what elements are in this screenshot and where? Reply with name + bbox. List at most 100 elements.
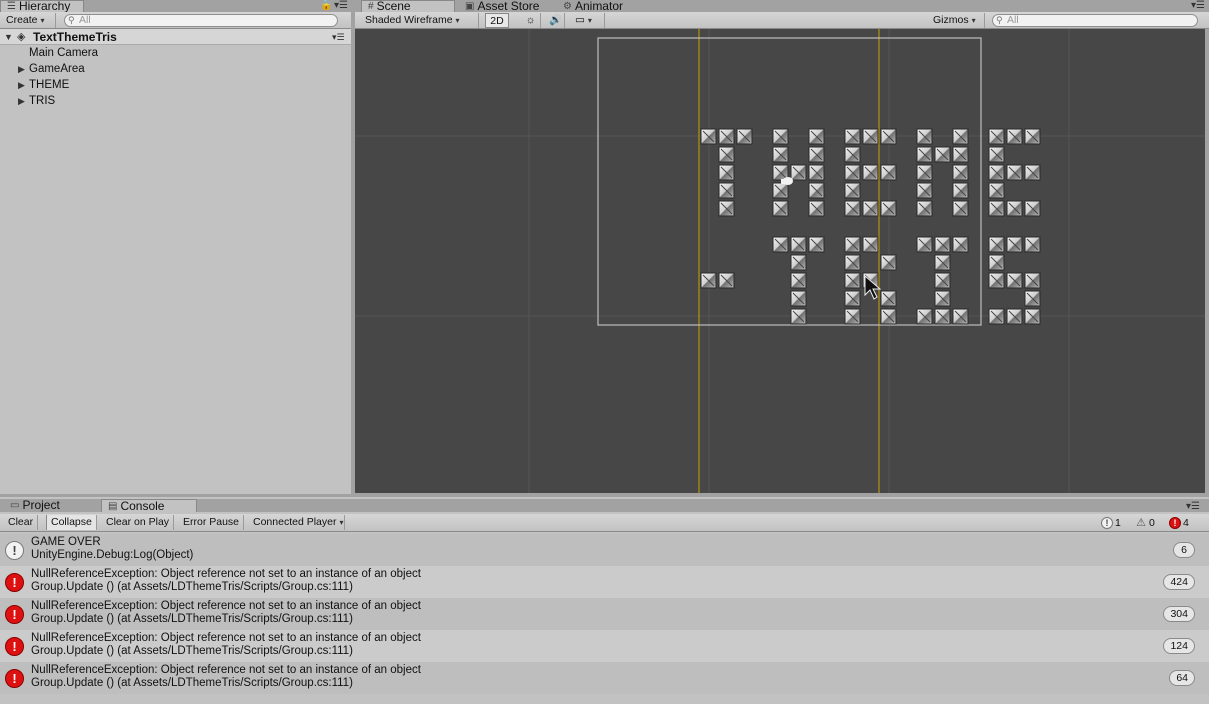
hierarchy-item-tris[interactable]: ▶ TRIS (0, 93, 351, 109)
hierarchy-search-placeholder: All (79, 14, 91, 26)
error-icon: ! (1169, 517, 1181, 529)
animator-icon: ⚙ (563, 0, 572, 12)
tab-asset-store[interactable]: ▣ Asset Store (459, 0, 545, 12)
info-count-toggle[interactable]: ! 1 (1101, 516, 1121, 530)
hierarchy-toolbar: Create ⚲ All (0, 12, 351, 29)
expand-arrow-icon[interactable]: ▼ (4, 29, 13, 45)
collapse-button[interactable]: Collapse (46, 515, 97, 530)
hierarchy-item-gamearea[interactable]: ▶ GameArea (0, 61, 351, 77)
error-icon: ! (5, 637, 24, 656)
hierarchy-tree: ▼ ◈ TextThemeTris ▾☰ Main Camera ▶ GameA… (0, 29, 351, 109)
collapse-count-badge: 64 (1169, 670, 1195, 686)
scene-search-input[interactable]: ⚲ All (992, 14, 1198, 27)
info-count: 1 (1115, 516, 1121, 529)
error-icon: ! (5, 573, 24, 592)
store-icon: ▣ (465, 0, 475, 12)
tab-animator-label: Animator (574, 0, 623, 13)
clear-button[interactable]: Clear (4, 515, 39, 530)
tab-project[interactable]: ▭ Project (4, 499, 66, 511)
hierarchy-item-label: GameArea (29, 63, 85, 75)
expand-arrow-icon[interactable]: ▶ (18, 93, 25, 109)
hierarchy-panel: ☰ Hierarchy 🔒 ▾☰ Create ⚲ All ▼ ◈ TextTh… (0, 0, 351, 494)
error-count: 4 (1183, 516, 1189, 529)
scene-viewport[interactable] (355, 29, 1205, 493)
scene-menu-icon[interactable]: ▾☰ (332, 29, 345, 45)
console-stacktrace: Group.Update () (at Assets/LDThemeTris/S… (31, 613, 353, 625)
draw-mode-dropdown[interactable]: Shaded Wireframe (361, 13, 479, 28)
hierarchy-item-label: THEME (29, 79, 70, 91)
error-count-toggle[interactable]: ! 4 (1169, 516, 1189, 530)
console-row[interactable]: ! NullReferenceException: Object referen… (0, 662, 1209, 694)
console-panel: ▭ Project ▤ Console ▾☰ Clear Collapse Cl… (0, 497, 1209, 704)
tab-hierarchy-label: Hierarchy (18, 0, 71, 13)
search-icon: ⚲ (68, 15, 75, 25)
hierarchy-tabstrip: ☰ Hierarchy 🔒 ▾☰ (0, 0, 351, 12)
console-message: NullReferenceException: Object reference… (31, 568, 421, 580)
console-stacktrace: Group.Update () (at Assets/LDThemeTris/S… (31, 645, 353, 657)
scene-grid (355, 29, 1205, 493)
panel-menu-icon[interactable]: ▾☰ (334, 0, 348, 11)
expand-arrow-icon[interactable]: ▶ (18, 77, 25, 93)
hierarchy-item-label: TRIS (29, 95, 56, 107)
scene-tabstrip: # Scene ▣ Asset Store ⚙ Animator ▾☰ (355, 0, 1209, 12)
lighting-icon[interactable]: ☼ (521, 13, 541, 28)
console-message: NullReferenceException: Object reference… (31, 664, 421, 676)
scene-search-placeholder: All (1007, 14, 1019, 26)
tab-console-label: Console (120, 498, 165, 513)
info-icon: ! (5, 541, 24, 560)
console-message: NullReferenceException: Object reference… (31, 632, 421, 644)
tab-project-label: Project (22, 497, 60, 512)
list-icon: ☰ (7, 1, 16, 12)
scene-name: TextThemeTris (33, 30, 117, 44)
collapse-count-badge: 6 (1173, 542, 1195, 558)
info-icon: ! (1101, 517, 1113, 529)
hierarchy-item-main-camera[interactable]: Main Camera (0, 45, 351, 61)
scene-root-row[interactable]: ▼ ◈ TextThemeTris ▾☰ (0, 29, 351, 45)
tab-asset-store-label: Asset Store (477, 0, 540, 13)
tile-blocks (700, 128, 1041, 325)
tab-animator[interactable]: ⚙ Animator (557, 0, 629, 12)
console-stacktrace: Group.Update () (at Assets/LDThemeTris/S… (31, 581, 353, 593)
lock-icon[interactable]: 🔒 (320, 0, 332, 11)
clear-on-play-button[interactable]: Clear on Play (102, 515, 175, 530)
console-stacktrace: UnityEngine.Debug:Log(Object) (31, 549, 194, 561)
collapse-count-badge: 124 (1163, 638, 1195, 654)
2d-toggle-button[interactable]: 2D (485, 13, 509, 28)
scene-toolbar: Shaded Wireframe 2D ☼ 🔊 ▭ Gizmos ⚲ All (355, 12, 1209, 29)
warning-icon: ⚠ (1136, 516, 1146, 529)
connected-player-dropdown[interactable]: Connected Player (249, 515, 345, 530)
scene-canvas[interactable] (355, 29, 1205, 493)
panel-menu-icon[interactable]: ▾☰ (1186, 501, 1200, 512)
collapse-count-badge: 424 (1163, 574, 1195, 590)
bottom-tabstrip: ▭ Project ▤ Console ▾☰ (0, 499, 1209, 512)
tab-scene[interactable]: # Scene (361, 0, 455, 12)
hierarchy-search-input[interactable]: ⚲ All (64, 14, 338, 27)
grid-icon: # (368, 1, 374, 12)
tab-scene-label: Scene (376, 0, 411, 13)
collapse-count-badge: 304 (1163, 606, 1195, 622)
tab-hierarchy[interactable]: ☰ Hierarchy (0, 0, 84, 12)
console-row[interactable]: ! NullReferenceException: Object referen… (0, 566, 1209, 598)
error-icon: ! (5, 669, 24, 688)
unity-scene-icon: ◈ (17, 31, 26, 43)
error-icon: ! (5, 605, 24, 624)
console-stacktrace: Group.Update () (at Assets/LDThemeTris/S… (31, 677, 353, 689)
warning-count-toggle[interactable]: ⚠ 0 (1135, 516, 1155, 530)
console-row[interactable]: ! NullReferenceException: Object referen… (0, 598, 1209, 630)
expand-arrow-icon[interactable]: ▶ (18, 61, 25, 77)
folder-icon: ▭ (10, 499, 20, 511)
gizmos-dropdown[interactable]: Gizmos (929, 13, 985, 28)
create-button[interactable]: Create (2, 13, 56, 28)
console-row[interactable]: ! NullReferenceException: Object referen… (0, 630, 1209, 662)
search-icon: ⚲ (996, 15, 1003, 25)
console-message-list: ! GAME OVER UnityEngine.Debug:Log(Object… (0, 534, 1209, 694)
console-message: GAME OVER (31, 536, 101, 548)
effects-icon[interactable]: ▭ (571, 13, 605, 28)
error-pause-button[interactable]: Error Pause (179, 515, 245, 530)
tab-console[interactable]: ▤ Console (101, 499, 197, 512)
console-row[interactable]: ! GAME OVER UnityEngine.Debug:Log(Object… (0, 534, 1209, 566)
audio-icon[interactable]: 🔊 (545, 13, 565, 28)
panel-menu-icon[interactable]: ▾☰ (1191, 0, 1205, 11)
console-icon: ▤ (108, 500, 118, 512)
hierarchy-item-theme[interactable]: ▶ THEME (0, 77, 351, 93)
